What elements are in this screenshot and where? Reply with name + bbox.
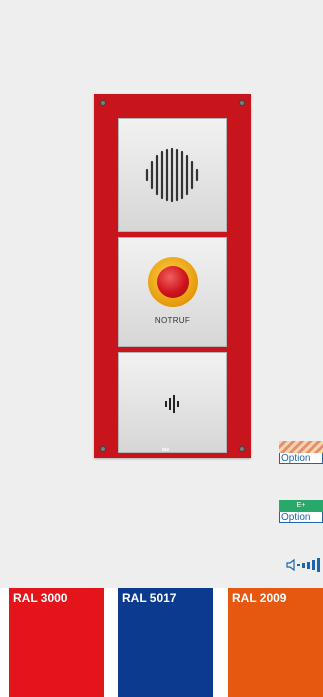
swatch-label: RAL 2009 [232, 591, 287, 605]
color-swatch-ral-5017[interactable]: RAL 5017 [118, 588, 213, 697]
shield-badge-icon [279, 441, 323, 453]
emergency-button-label: NOTRUF [154, 316, 191, 325]
emergency-module: NOTRUF [118, 237, 227, 347]
microphone-icon [165, 395, 179, 413]
brand-logo: tas [162, 447, 170, 453]
screw-icon [100, 100, 106, 106]
emergency-call-button[interactable] [148, 257, 198, 307]
speaker-module [118, 118, 227, 232]
color-swatch-ral-2009[interactable]: RAL 2009 [228, 588, 323, 697]
speaker-volume-icon [286, 558, 320, 572]
screw-icon [100, 446, 106, 452]
intercom-panel: NOTRUF tas [94, 94, 251, 458]
option-badge-2[interactable]: E+ Option [279, 500, 323, 524]
product-image-area: NOTRUF tas Option E+ Option [0, 0, 323, 588]
swatch-label: RAL 5017 [122, 591, 177, 605]
color-swatch-ral-3000[interactable]: RAL 3000 [9, 588, 104, 697]
speaker-grill-icon [145, 147, 199, 203]
screw-icon [239, 100, 245, 106]
e-plus-badge: E+ [279, 500, 323, 512]
emergency-button-core [157, 266, 189, 298]
screw-icon [239, 446, 245, 452]
option-badge-1[interactable]: Option [279, 441, 323, 465]
swatch-label: RAL 3000 [13, 591, 68, 605]
option-label: Option [279, 453, 323, 464]
microphone-module [118, 352, 227, 453]
option-label: Option [279, 512, 323, 523]
